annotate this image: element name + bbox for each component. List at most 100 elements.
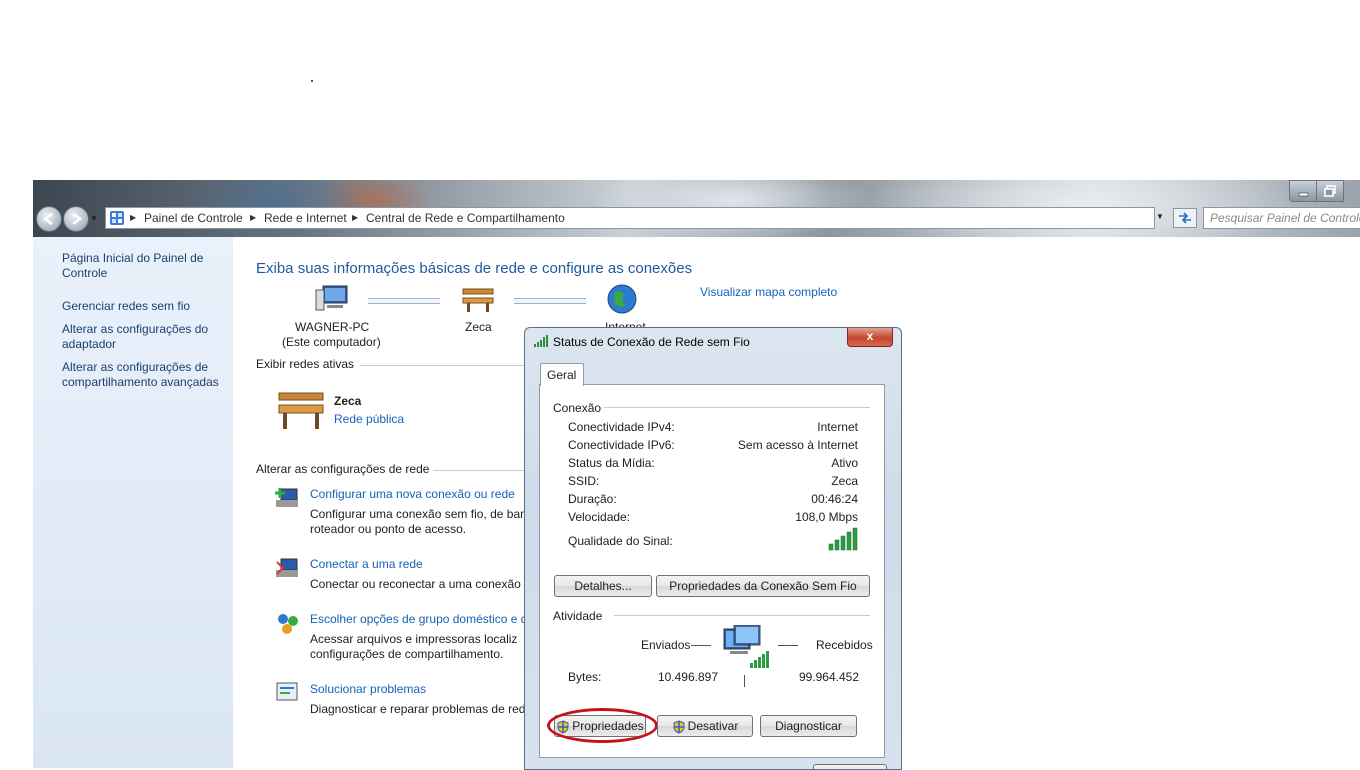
breadcrumb-central-rede[interactable]: Central de Rede e Compartilhamento bbox=[366, 211, 565, 225]
breadcrumb-arrow-icon[interactable]: ▶ bbox=[130, 213, 136, 222]
back-button[interactable] bbox=[36, 206, 62, 232]
close-button[interactable]: x bbox=[847, 328, 893, 347]
task-connect-desc-1: Conectar ou reconectar a uma conexão c bbox=[310, 577, 531, 591]
control-panel-icon bbox=[110, 211, 124, 225]
diagnose-button[interactable]: Diagnosticar bbox=[760, 715, 857, 737]
globe-icon[interactable] bbox=[606, 283, 638, 315]
task-connect-link[interactable]: Conectar a uma rede bbox=[310, 557, 423, 571]
bytes-label: Bytes: bbox=[568, 670, 602, 684]
task-troubleshoot-desc-1: Diagnosticar e reparar problemas de rede bbox=[310, 702, 533, 716]
tab-panel: Conexão Conectividade IPv4: Internet Con… bbox=[539, 384, 885, 758]
breadcrumb-rede-internet[interactable]: Rede e Internet bbox=[264, 211, 347, 225]
media-status-value: Ativo bbox=[831, 456, 858, 470]
sent-line bbox=[691, 645, 711, 646]
maximize-button[interactable] bbox=[1316, 180, 1344, 202]
wifi-signal-icon bbox=[534, 335, 548, 347]
section-divider bbox=[360, 365, 530, 366]
restore-icon bbox=[1324, 185, 1336, 197]
wireless-properties-button[interactable]: Propriedades da Conexão Sem Fio bbox=[656, 575, 870, 597]
duration-value: 00:46:24 bbox=[811, 492, 858, 506]
computer-name: WAGNER-PC bbox=[295, 320, 370, 334]
search-placeholder: Pesquisar Painel de Controle bbox=[1210, 211, 1360, 225]
task-troubleshoot-link[interactable]: Solucionar problemas bbox=[310, 682, 426, 696]
connection-heading: Conexão bbox=[553, 401, 602, 415]
bytes-sent-value: 10.496.897 bbox=[657, 670, 718, 684]
signal-quality-label: Qualidade do Sinal: bbox=[568, 534, 673, 548]
network-activity-computers-icon bbox=[723, 625, 769, 668]
section-divider bbox=[433, 470, 530, 471]
ssid-label: SSID: bbox=[568, 474, 600, 488]
uac-shield-icon bbox=[673, 720, 685, 734]
disable-button-label: Desativar bbox=[687, 719, 739, 733]
disable-button[interactable]: Desativar bbox=[657, 715, 753, 737]
refresh-button[interactable] bbox=[1173, 208, 1197, 228]
task-new-connection-link[interactable]: Configurar uma nova conexão ou rede bbox=[310, 487, 515, 501]
network-link-line bbox=[368, 298, 440, 304]
title-bar: ▼ ▶ Painel de Controle ▶ Rede e Internet… bbox=[33, 180, 1360, 237]
ipv6-label: Conectividade IPv6: bbox=[568, 438, 675, 452]
speed-value: 108,0 Mbps bbox=[795, 510, 858, 524]
page-title: Exiba suas informações básicas de rede e… bbox=[256, 260, 693, 277]
computer-icon[interactable] bbox=[315, 284, 349, 314]
highlight-circle bbox=[547, 708, 658, 743]
public-network-bench-icon bbox=[278, 392, 324, 429]
map-network-name: Zeca bbox=[465, 320, 492, 334]
media-status-label: Status da Mídia: bbox=[568, 456, 655, 470]
connect-network-icon bbox=[276, 558, 298, 577]
ssid-value: Zeca bbox=[831, 474, 858, 488]
address-dropdown-icon[interactable]: ▼ bbox=[1156, 212, 1164, 221]
close-dialog-button[interactable] bbox=[813, 764, 887, 769]
section-divider bbox=[604, 407, 870, 408]
minimize-button[interactable] bbox=[1289, 180, 1317, 202]
forward-arrow-icon bbox=[72, 212, 83, 226]
breadcrumb-painel[interactable]: Painel de Controle bbox=[144, 211, 243, 225]
view-full-map-link[interactable]: Visualizar mapa completo bbox=[700, 285, 837, 299]
activity-heading: Atividade bbox=[553, 609, 603, 623]
sidebar-item-adapter[interactable]: Alterar as configurações do adaptador bbox=[62, 322, 227, 352]
network-type-link[interactable]: Rede pública bbox=[334, 412, 404, 426]
computer-subtitle: (Este computador) bbox=[282, 335, 381, 349]
address-bar[interactable]: ▶ Painel de Controle ▶ Rede e Internet ▶… bbox=[105, 207, 1164, 229]
minimize-icon bbox=[1298, 192, 1309, 197]
task-new-connection-desc-2: roteador ou ponto de acesso. bbox=[310, 522, 467, 536]
sidebar-item-home[interactable]: Página Inicial do Painel de Controle bbox=[62, 251, 227, 281]
activity-separator bbox=[744, 675, 745, 687]
wireless-status-dialog: Status de Conexão de Rede sem Fio x Gera… bbox=[524, 327, 902, 770]
back-arrow-icon bbox=[42, 212, 53, 226]
task-new-connection-desc-1: Configurar uma conexão sem fio, de ban bbox=[310, 507, 527, 521]
sidebar-item-sharing[interactable]: Alterar as configurações de compartilham… bbox=[62, 360, 227, 390]
recent-pages-chevron-icon[interactable]: ▼ bbox=[90, 214, 98, 223]
sidebar-item-wireless[interactable]: Gerenciar redes sem fio bbox=[62, 299, 227, 314]
ipv4-value: Internet bbox=[817, 420, 858, 434]
internet-link-line bbox=[514, 298, 586, 304]
homegroup-icon bbox=[278, 614, 298, 634]
section-divider bbox=[614, 615, 870, 616]
breadcrumb-arrow-icon[interactable]: ▶ bbox=[250, 213, 256, 222]
refresh-icon bbox=[1179, 212, 1191, 224]
bench-icon[interactable] bbox=[461, 285, 495, 313]
duration-label: Duração: bbox=[568, 492, 617, 506]
forward-button[interactable] bbox=[63, 206, 89, 232]
new-connection-icon bbox=[275, 488, 298, 507]
signal-quality-bars-icon bbox=[828, 527, 858, 551]
bytes-received-value: 99.964.452 bbox=[798, 670, 859, 684]
task-homegroup-desc-2: configurações de compartilhamento. bbox=[310, 647, 504, 661]
stray-dot bbox=[311, 80, 313, 82]
received-line bbox=[778, 645, 798, 646]
tab-geral[interactable]: Geral bbox=[540, 363, 584, 386]
change-settings-heading: Alterar as configurações de rede bbox=[256, 462, 430, 476]
task-homegroup-link[interactable]: Escolher opções de grupo doméstico e d bbox=[310, 612, 527, 626]
ipv6-value: Sem acesso à Internet bbox=[737, 438, 858, 452]
troubleshoot-icon bbox=[276, 682, 298, 701]
speed-label: Velocidade: bbox=[568, 510, 631, 524]
active-networks-heading: Exibir redes ativas bbox=[256, 357, 355, 371]
tab-label: Geral bbox=[547, 368, 577, 382]
task-homegroup-desc-1: Acessar arquivos e impressoras localiz bbox=[310, 632, 518, 646]
sidebar: Página Inicial do Painel de Controle Ger… bbox=[33, 237, 233, 768]
received-label: Recebidos bbox=[816, 638, 873, 652]
details-button[interactable]: Detalhes... bbox=[554, 575, 652, 597]
breadcrumb-arrow-icon[interactable]: ▶ bbox=[352, 213, 358, 222]
search-box[interactable]: Pesquisar Painel de Controle bbox=[1203, 207, 1360, 229]
sent-label: Enviados bbox=[641, 638, 691, 652]
close-icon: x bbox=[866, 329, 874, 343]
